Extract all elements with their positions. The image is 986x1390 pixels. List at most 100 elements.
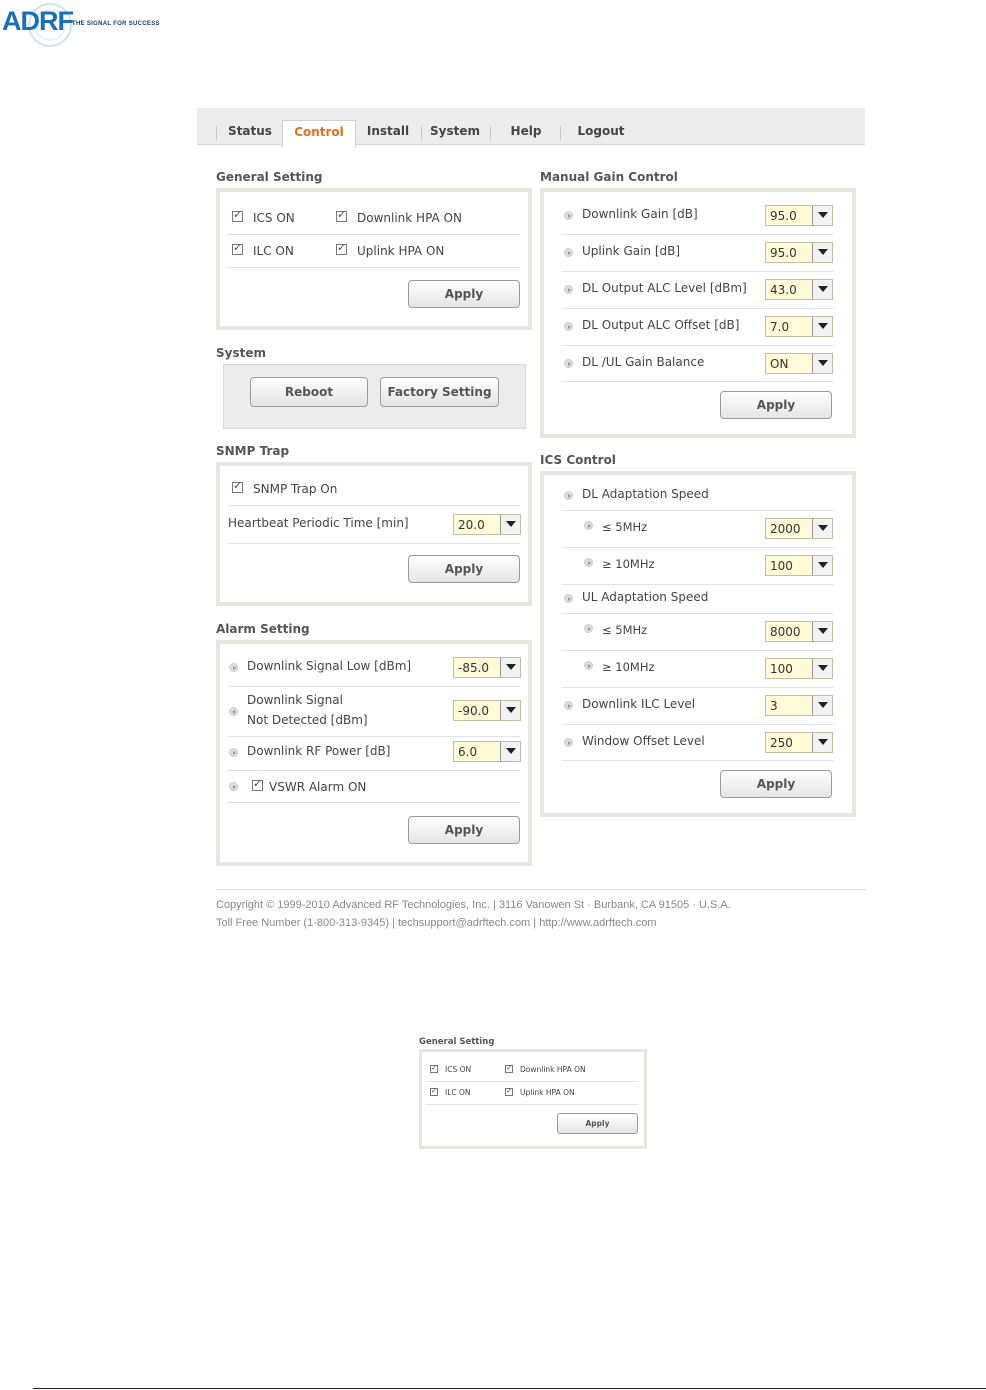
logo: ADRF	[2, 6, 74, 36]
chevron-down-icon[interactable]	[500, 742, 520, 761]
chevron-down-icon[interactable]	[812, 243, 832, 262]
general-setting-title: General Setting	[216, 170, 323, 184]
chevron-down-icon[interactable]	[812, 556, 832, 575]
alarm-apply-button[interactable]: Apply	[408, 816, 520, 844]
dl-signal-nd-select[interactable]: -90.0	[453, 700, 521, 721]
general-apply-button[interactable]: Apply	[408, 280, 520, 308]
ilc-level-select[interactable]: 3	[765, 695, 833, 716]
reboot-button[interactable]: Reboot	[250, 377, 368, 407]
heartbeat-label: Heartbeat Periodic Time [min]	[228, 516, 409, 530]
tab-logout[interactable]: Logout	[570, 116, 632, 144]
dl-rf-power-select[interactable]: 6.0	[453, 741, 521, 762]
mini-uplink-hpa-checkbox[interactable]	[505, 1086, 513, 1096]
tab-install[interactable]: Install	[360, 116, 416, 144]
gain-balance-select[interactable]: ON	[765, 353, 833, 374]
logo-tagline: THE SIGNAL FOR SUCCESS	[72, 21, 160, 27]
bullet-icon	[564, 701, 573, 710]
bullet-icon	[564, 211, 573, 220]
mini-downlink-hpa-label: Downlink HPA ON	[520, 1065, 586, 1074]
chevron-down-icon[interactable]	[812, 696, 832, 715]
chevron-down-icon[interactable]	[812, 317, 832, 336]
chevron-down-icon[interactable]	[500, 701, 520, 720]
ul-gain-label: Uplink Gain [dB]	[582, 244, 681, 258]
snmp-trap-on-label: SNMP Trap On	[253, 482, 338, 496]
mini-ics-on-checkbox[interactable]	[430, 1063, 438, 1073]
bullet-icon	[564, 359, 573, 368]
dl-signal-low-select[interactable]: -85.0	[453, 657, 521, 678]
ics-control-title: ICS Control	[540, 453, 616, 467]
alc-level-select[interactable]: 43.0	[765, 279, 833, 300]
chevron-down-icon[interactable]	[812, 519, 832, 538]
bullet-icon	[564, 285, 573, 294]
tab-help[interactable]: Help	[500, 116, 552, 144]
uplink-hpa-on-checkbox[interactable]	[336, 241, 347, 255]
ul-speed-label: UL Adaptation Speed	[582, 590, 709, 604]
chevron-down-icon[interactable]	[812, 280, 832, 299]
ics-apply-button[interactable]: Apply	[720, 770, 832, 798]
footer-contact: Toll Free Number (1-800-313-9345) | tech…	[216, 917, 657, 929]
footer-divider	[216, 889, 866, 890]
mini-general-setting-title: General Setting	[419, 1037, 495, 1047]
dl-5mhz-label: ≤ 5MHz	[602, 520, 648, 534]
dl-signal-nd-label-1: Downlink Signal	[247, 693, 343, 707]
alc-offset-select[interactable]: 7.0	[765, 316, 833, 337]
manual-gain-apply-button[interactable]: Apply	[720, 391, 832, 419]
window-offset-label: Window Offset Level	[582, 734, 705, 748]
tab-status[interactable]: Status	[222, 116, 278, 144]
chevron-down-icon[interactable]	[812, 622, 832, 641]
ul-5mhz-select[interactable]: 8000	[765, 621, 833, 642]
mini-apply-button[interactable]: Apply	[557, 1113, 638, 1134]
ul-gain-select[interactable]: 95.0	[765, 242, 833, 263]
dl-10mhz-select[interactable]: 100	[765, 555, 833, 576]
heartbeat-select[interactable]: 20.0	[453, 514, 521, 535]
alc-offset-label: DL Output ALC Offset [dB]	[582, 318, 740, 332]
gain-balance-label: DL /UL Gain Balance	[582, 355, 705, 369]
tab-system[interactable]: System	[426, 116, 484, 144]
chevron-down-icon[interactable]	[812, 354, 832, 373]
bullet-icon	[229, 782, 238, 791]
downlink-hpa-on-checkbox[interactable]	[336, 208, 347, 222]
chevron-down-icon[interactable]	[812, 659, 832, 678]
tab-control[interactable]: Control	[282, 120, 356, 148]
bullet-icon	[564, 594, 573, 603]
mini-ics-on-label: ICS ON	[445, 1065, 472, 1074]
snmp-apply-button[interactable]: Apply	[408, 555, 520, 583]
dl-rf-power-label: Downlink RF Power [dB]	[247, 744, 391, 758]
bullet-icon	[229, 748, 238, 757]
bullet-icon	[584, 521, 593, 530]
chevron-down-icon[interactable]	[500, 658, 520, 677]
chevron-down-icon[interactable]	[812, 733, 832, 752]
bullet-icon	[229, 707, 238, 716]
page-bottom-rule	[33, 1388, 986, 1389]
window-offset-select[interactable]: 250	[765, 732, 833, 753]
vswr-alarm-on-checkbox[interactable]	[252, 777, 263, 791]
snmp-trap-title: SNMP Trap	[216, 444, 290, 458]
dl-gain-select[interactable]: 95.0	[765, 205, 833, 226]
dl-5mhz-select[interactable]: 2000	[765, 518, 833, 539]
chevron-down-icon[interactable]	[500, 515, 520, 534]
ul-10mhz-select[interactable]: 100	[765, 658, 833, 679]
chevron-down-icon[interactable]	[812, 206, 832, 225]
ul-10mhz-label: ≥ 10MHz	[602, 660, 655, 674]
bullet-icon	[584, 558, 593, 567]
bullet-icon	[584, 624, 593, 633]
mini-ilc-on-label: ILC ON	[445, 1088, 471, 1097]
snmp-trap-on-checkbox[interactable]	[232, 479, 243, 493]
bullet-icon	[564, 491, 573, 500]
mini-downlink-hpa-checkbox[interactable]	[505, 1063, 513, 1073]
mini-general-setting-panel	[419, 1049, 647, 1149]
ilc-on-checkbox[interactable]	[232, 241, 243, 255]
factory-setting-button[interactable]: Factory Setting	[380, 377, 499, 407]
ics-on-checkbox[interactable]	[232, 208, 243, 222]
mini-ilc-on-checkbox[interactable]	[430, 1086, 438, 1096]
bullet-icon	[229, 663, 238, 672]
downlink-hpa-on-label: Downlink HPA ON	[357, 211, 462, 225]
manual-gain-title: Manual Gain Control	[540, 170, 678, 184]
alarm-setting-title: Alarm Setting	[216, 622, 310, 636]
mini-uplink-hpa-label: Uplink HPA ON	[520, 1088, 575, 1097]
dl-signal-nd-label-2: Not Detected [dBm]	[247, 713, 368, 727]
bullet-icon	[584, 661, 593, 670]
ul-5mhz-label: ≤ 5MHz	[602, 623, 648, 637]
dl-10mhz-label: ≥ 10MHz	[602, 557, 655, 571]
bullet-icon	[564, 248, 573, 257]
